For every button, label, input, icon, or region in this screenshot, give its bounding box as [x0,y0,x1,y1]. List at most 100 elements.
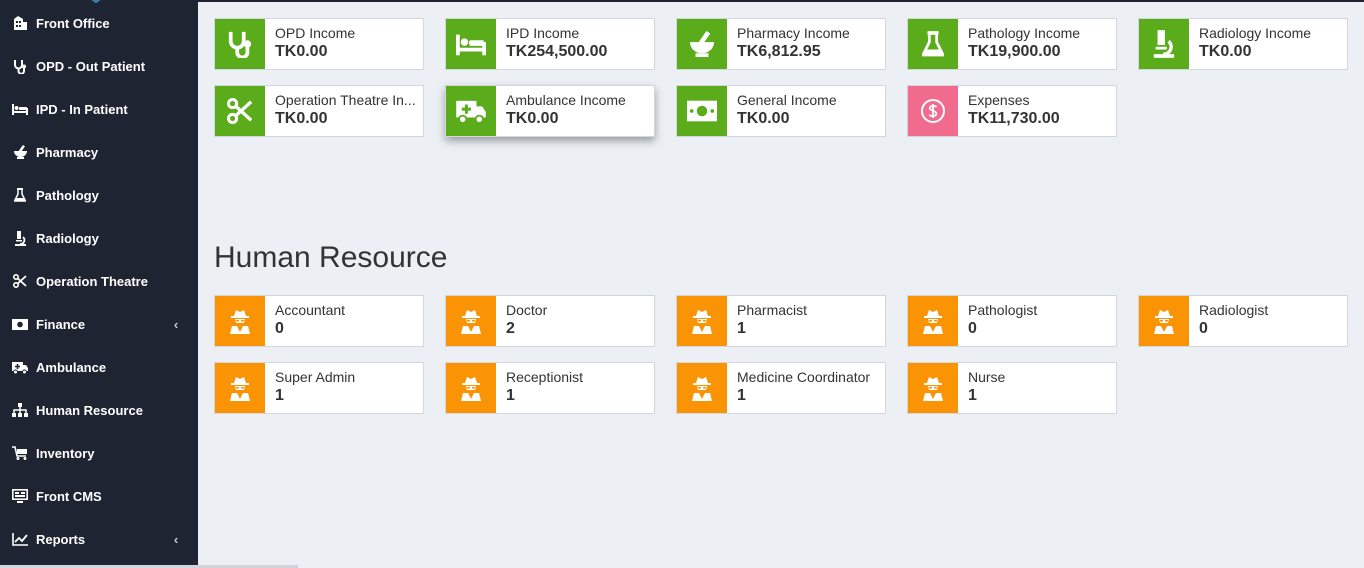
ipd-income-card[interactable]: IPD Income TK254,500.00 [445,18,655,70]
chevron-left-icon[interactable]: ‹ [168,532,184,547]
card-title: Pathologist [968,302,1038,318]
sidebar-item-ipd[interactable]: IPD - In Patient [0,91,198,127]
sitemap-icon [12,402,28,418]
line-chart-icon [12,531,28,547]
card-title: Receptionist [506,369,584,385]
card-title: Radiology Income [1199,25,1312,41]
money-icon [12,316,28,332]
user-secret-icon [908,296,958,346]
chevron-left-icon[interactable]: ‹ [168,317,184,332]
expenses-card[interactable]: Expenses TK11,730.00 [907,85,1117,137]
card-value: 0 [968,320,977,337]
operation-theatre-income-card[interactable]: Operation Theatre In... TK0.00 [214,85,424,137]
sidebar: Front Office OPD - Out Patient IPD - In … [0,0,198,568]
radiology-income-card[interactable]: Radiology Income TK0.00 [1138,18,1348,70]
sidebar-item-label: Operation Theatre [36,273,148,289]
card-value: TK0.00 [275,43,328,60]
mortar-pestle-icon [12,144,28,160]
sidebar-item-pharmacy[interactable]: Pharmacy [0,134,198,170]
sidebar-item-radiology[interactable]: Radiology [0,220,198,256]
pharmacy-income-card[interactable]: Pharmacy Income TK6,812.95 [676,18,886,70]
user-secret-icon [908,363,958,413]
tv-icon [12,488,28,504]
opd-income-card[interactable]: OPD Income TK0.00 [214,18,424,70]
microscope-icon [1139,19,1189,69]
sidebar-item-label: Pharmacy [36,144,99,160]
staff-card-medicine-coordinator[interactable]: Medicine Coordinator 1 [676,362,886,414]
user-secret-icon [446,296,496,346]
microscope-icon [12,230,28,246]
staff-card-accountant[interactable]: Accountant 0 [214,295,424,347]
stethoscope-icon [215,19,265,69]
building-icon [12,15,28,31]
card-value: TK0.00 [1199,43,1252,60]
card-title: Expenses [968,92,1030,108]
sidebar-item-label: Front CMS [36,488,102,504]
scissors-icon [12,273,28,289]
card-value: TK19,900.00 [968,43,1061,60]
sidebar-item-label: Reports [36,531,86,547]
card-value: 1 [506,387,515,404]
sidebar-item-front-office[interactable]: Front Office [0,5,198,41]
sidebar-item-opd[interactable]: OPD - Out Patient [0,48,198,84]
sidebar-item-front-cms[interactable]: Front CMS [0,478,198,514]
card-title: Pharmacy Income [737,25,850,41]
staff-card-pharmacist[interactable]: Pharmacist 1 [676,295,886,347]
card-value: TK11,730.00 [968,110,1060,127]
sidebar-item-ambulance[interactable]: Ambulance [0,349,198,385]
card-title: General Income [737,92,837,108]
header-edge [198,0,1364,2]
section-title-human-resource: Human Resource [214,241,448,274]
sidebar-item-finance[interactable]: Finance ‹ [0,306,198,342]
stethoscope-icon [12,58,28,74]
user-secret-icon [677,363,727,413]
card-title: Operation Theatre In... [275,92,416,108]
ambulance-income-card[interactable]: Ambulance Income TK0.00 [445,85,655,137]
mortar-pestle-icon [677,19,727,69]
sidebar-item-label: Pathology [36,187,99,203]
flask-icon [908,19,958,69]
staff-card-radiologist[interactable]: Radiologist 0 [1138,295,1348,347]
sidebar-item-operation-theatre[interactable]: Operation Theatre [0,263,198,299]
sidebar-item-label: Inventory [36,445,95,461]
pathology-income-card[interactable]: Pathology Income TK19,900.00 [907,18,1117,70]
sidebar-item-pathology[interactable]: Pathology [0,177,198,213]
card-value: 1 [737,387,746,404]
card-value: 2 [506,320,515,337]
scissors-icon [215,86,265,136]
staff-card-doctor[interactable]: Doctor 2 [445,295,655,347]
card-title: Accountant [275,302,346,318]
card-value: 1 [275,387,284,404]
user-secret-icon [446,363,496,413]
ambulance-icon [446,86,496,136]
sidebar-item-inventory[interactable]: Inventory [0,435,198,471]
staff-card-nurse[interactable]: Nurse 1 [907,362,1117,414]
user-secret-icon [215,296,265,346]
user-secret-icon [215,363,265,413]
card-title: Super Admin [275,369,356,385]
bed-icon [12,101,28,117]
staff-card-pathologist[interactable]: Pathologist 0 [907,295,1117,347]
sidebar-item-human-resource[interactable]: Human Resource [0,392,198,428]
card-value: 0 [1199,320,1208,337]
user-secret-icon [677,296,727,346]
sidebar-item-label: Radiology [36,230,99,246]
money-icon [677,86,727,136]
sidebar-item-label: IPD - In Patient [36,101,128,117]
card-title: Medicine Coordinator [737,369,871,385]
sidebar-item-label: Front Office [36,15,110,31]
card-value: 1 [737,320,746,337]
card-title: Ambulance Income [506,92,626,108]
general-income-card[interactable]: General Income TK0.00 [676,85,886,137]
staff-card-super-admin[interactable]: Super Admin 1 [214,362,424,414]
card-value: TK0.00 [737,110,790,127]
sidebar-item-label: Human Resource [36,402,143,418]
card-value: TK6,812.95 [737,43,821,60]
staff-card-receptionist[interactable]: Receptionist 1 [445,362,655,414]
card-value: TK0.00 [506,110,559,127]
flask-icon [12,187,28,203]
card-value: TK254,500.00 [506,43,608,60]
card-title: IPD Income [506,25,580,41]
sidebar-item-reports[interactable]: Reports ‹ [0,521,198,557]
card-title: Doctor [506,302,548,318]
